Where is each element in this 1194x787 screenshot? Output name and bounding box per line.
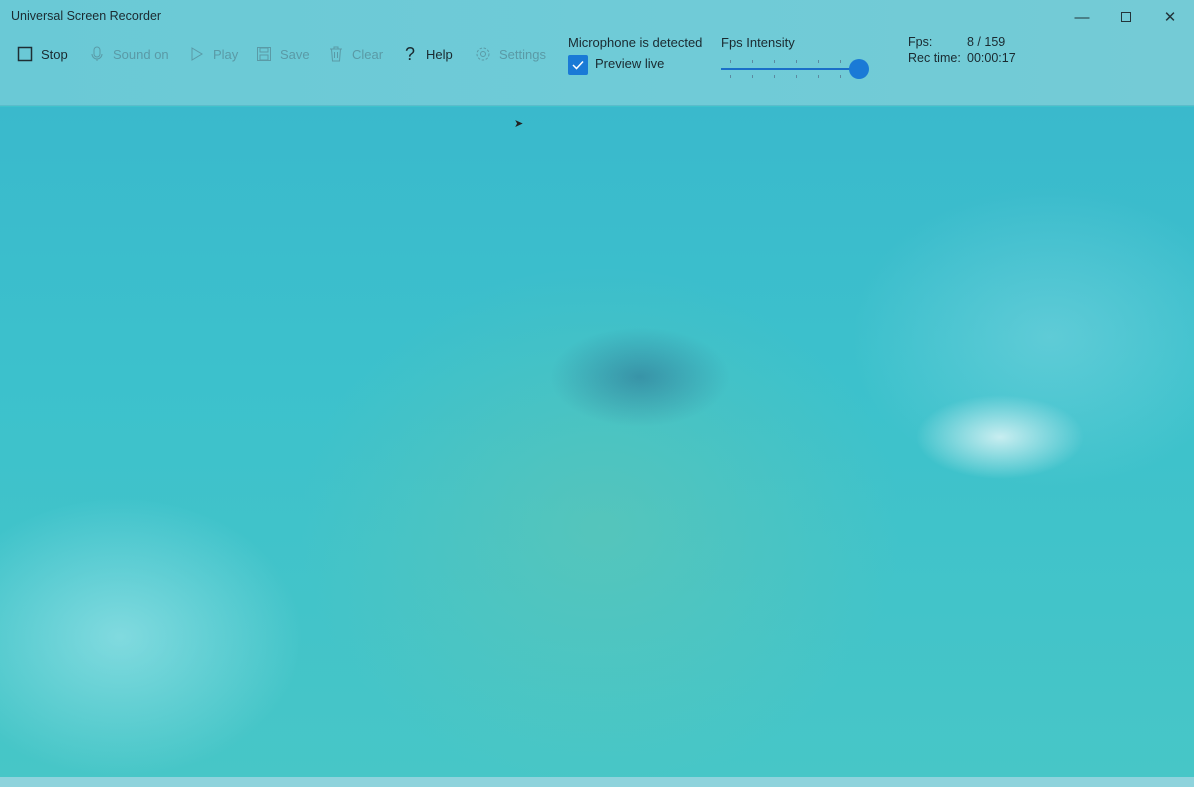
clear-label: Clear (352, 47, 383, 62)
rec-time-value: 00:00:17 (967, 51, 1016, 65)
settings-label: Settings (499, 47, 546, 62)
play-icon (189, 46, 205, 62)
clear-button[interactable]: Clear (328, 44, 383, 64)
mouse-cursor-icon: ➤ (514, 117, 523, 130)
stop-button[interactable]: Stop (17, 44, 68, 64)
preview-live-checkbox[interactable] (568, 55, 588, 75)
save-disk-icon (256, 46, 272, 62)
fps-label: Fps: (908, 35, 932, 49)
fps-intensity-slider[interactable] (721, 58, 869, 82)
sound-label: Sound on (113, 47, 169, 62)
window-title: Universal Screen Recorder (11, 9, 161, 23)
save-button[interactable]: Save (256, 44, 310, 64)
help-button[interactable]: ? Help (402, 44, 453, 64)
slider-track (721, 68, 859, 70)
stop-label: Stop (41, 47, 68, 62)
sound-on-button[interactable]: Sound on (89, 44, 169, 64)
help-label: Help (426, 47, 453, 62)
settings-button[interactable]: Settings (475, 44, 546, 64)
close-button[interactable]: ✕ (1148, 4, 1192, 30)
fps-intensity-label: Fps Intensity (721, 35, 795, 50)
title-bar: Universal Screen Recorder — ✕ Stop Sound… (0, 0, 1194, 106)
gear-icon (475, 46, 491, 62)
fps-value: 8 / 159 (967, 35, 1005, 49)
minimize-button[interactable]: — (1060, 4, 1104, 30)
play-button[interactable]: Play (189, 44, 238, 64)
microphone-icon (89, 46, 105, 62)
trash-icon (328, 46, 344, 62)
microphone-status: Microphone is detected (568, 35, 702, 50)
preview-live-label: Preview live (595, 56, 664, 71)
question-mark-icon: ? (402, 44, 418, 65)
save-label: Save (280, 47, 310, 62)
rec-time-label: Rec time: (908, 51, 961, 65)
bottom-edge (0, 777, 1194, 787)
live-preview-area (0, 107, 1194, 777)
stop-square-icon (17, 46, 33, 62)
slider-thumb[interactable] (849, 59, 869, 79)
play-label: Play (213, 47, 238, 62)
checkmark-icon (571, 58, 585, 72)
maximize-button[interactable] (1104, 4, 1148, 30)
